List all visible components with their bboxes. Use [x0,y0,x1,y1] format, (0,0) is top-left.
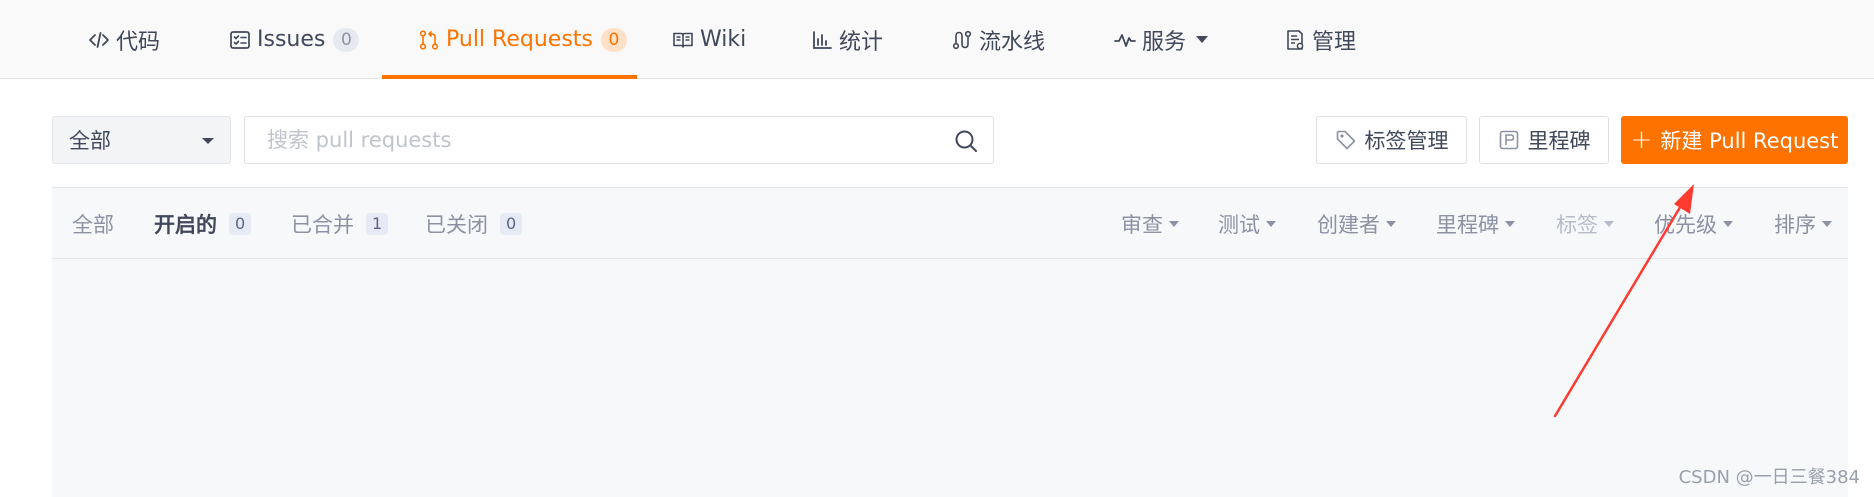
tab-label: 管理 [1312,29,1357,55]
tab-pipeline[interactable]: 流水线 [951,0,1045,79]
tab-statistics[interactable]: 统计 [811,0,883,79]
tab-label: 统计 [839,29,884,55]
label-management-label: 标签管理 [1364,129,1449,153]
chevron-down-icon [202,138,214,144]
pull-request-icon [418,29,440,51]
status-filter-select[interactable]: 全部 [52,116,231,164]
state-label: 全部 [72,212,114,237]
caret-down-icon [1169,220,1179,227]
state-tab-all[interactable]: 全部 [72,188,114,259]
filter-milestone-dropdown[interactable]: 里程碑 [1436,188,1515,259]
tab-label: 代码 [116,29,161,55]
state-tab-closed[interactable]: 已关闭 0 [425,188,523,259]
caret-down-icon [1266,220,1276,227]
milestones-button[interactable]: 里程碑 [1479,116,1609,164]
state-filter-bar: 全部 开启的 0 已合并 1 已关闭 0 审查 测试 创建者 里程碑 标签 优先… [52,188,1848,259]
tab-label: 流水线 [979,29,1046,55]
issues-icon [229,29,251,51]
new-pull-request-label: 新建 Pull Request [1660,129,1839,153]
chevron-down-icon [1196,36,1209,43]
pipeline-icon [951,29,973,51]
filter-label: 里程碑 [1436,212,1499,237]
active-tab-indicator [382,75,637,79]
caret-down-icon [1604,220,1614,227]
tag-icon [1336,130,1355,150]
tab-label: 服务 [1142,29,1187,55]
pull-request-list-panel: 全部 开启的 0 已合并 1 已关闭 0 审查 测试 创建者 里程碑 标签 优先… [52,187,1848,497]
tab-label: Issues [257,27,326,52]
tab-services[interactable]: 服务 [1114,0,1209,79]
label-management-button[interactable]: 标签管理 [1316,116,1467,164]
caret-down-icon [1723,220,1733,227]
repo-tab-bar: 代码 Issues 0 Pull Requests 0 Wiki 统计 流水线 [0,0,1874,79]
tab-label: Wiki [700,27,747,52]
tab-management[interactable]: 管理 [1284,0,1356,79]
search-input[interactable] [245,117,935,163]
state-tab-merged[interactable]: 已合并 1 [291,188,389,259]
new-pull-request-button[interactable]: + 新建 Pull Request [1621,116,1848,164]
settings-doc-icon [1284,29,1306,51]
state-label: 已合并 [291,212,354,237]
book-icon [672,29,694,51]
caret-down-icon [1822,220,1832,227]
filter-label: 排序 [1774,212,1816,237]
filter-label: 标签 [1556,212,1598,237]
milestones-label: 里程碑 [1527,129,1591,153]
code-icon [88,29,110,51]
filter-review-dropdown[interactable]: 审查 [1121,188,1179,259]
filter-label: 创建者 [1317,212,1380,237]
tab-pull-requests[interactable]: Pull Requests 0 [418,0,627,79]
state-tab-open[interactable]: 开启的 0 [154,188,252,259]
watermark: CSDN @一日三餐384 [1678,467,1860,488]
status-filter-value: 全部 [69,129,111,153]
pull-requests-count-badge: 0 [600,27,627,52]
filter-label: 优先级 [1654,212,1717,237]
filter-label: 测试 [1218,212,1260,237]
pulse-icon [1114,29,1136,51]
filter-priority-dropdown[interactable]: 优先级 [1654,188,1733,259]
filter-author-dropdown[interactable]: 创建者 [1317,188,1396,259]
tab-code[interactable]: 代码 [88,0,160,79]
caret-down-icon [1386,220,1396,227]
filter-label: 审查 [1121,212,1163,237]
filter-label-dropdown[interactable]: 标签 [1556,188,1614,259]
open-count-badge: 0 [229,212,252,235]
merged-count-badge: 1 [366,212,389,235]
issues-count-badge: 0 [333,27,360,52]
search-box [244,116,994,164]
search-icon[interactable] [953,128,979,154]
bar-chart-icon [811,29,833,51]
state-label: 已关闭 [425,212,488,237]
plus-icon: + [1630,125,1653,155]
sort-dropdown[interactable]: 排序 [1774,188,1832,259]
tab-wiki[interactable]: Wiki [672,0,746,79]
closed-count-badge: 0 [500,212,523,235]
state-label: 开启的 [154,212,217,237]
milestone-icon [1499,130,1518,150]
tab-issues[interactable]: Issues 0 [229,0,360,79]
filter-test-dropdown[interactable]: 测试 [1218,188,1276,259]
tab-label: Pull Requests [446,27,593,52]
caret-down-icon [1505,220,1515,227]
